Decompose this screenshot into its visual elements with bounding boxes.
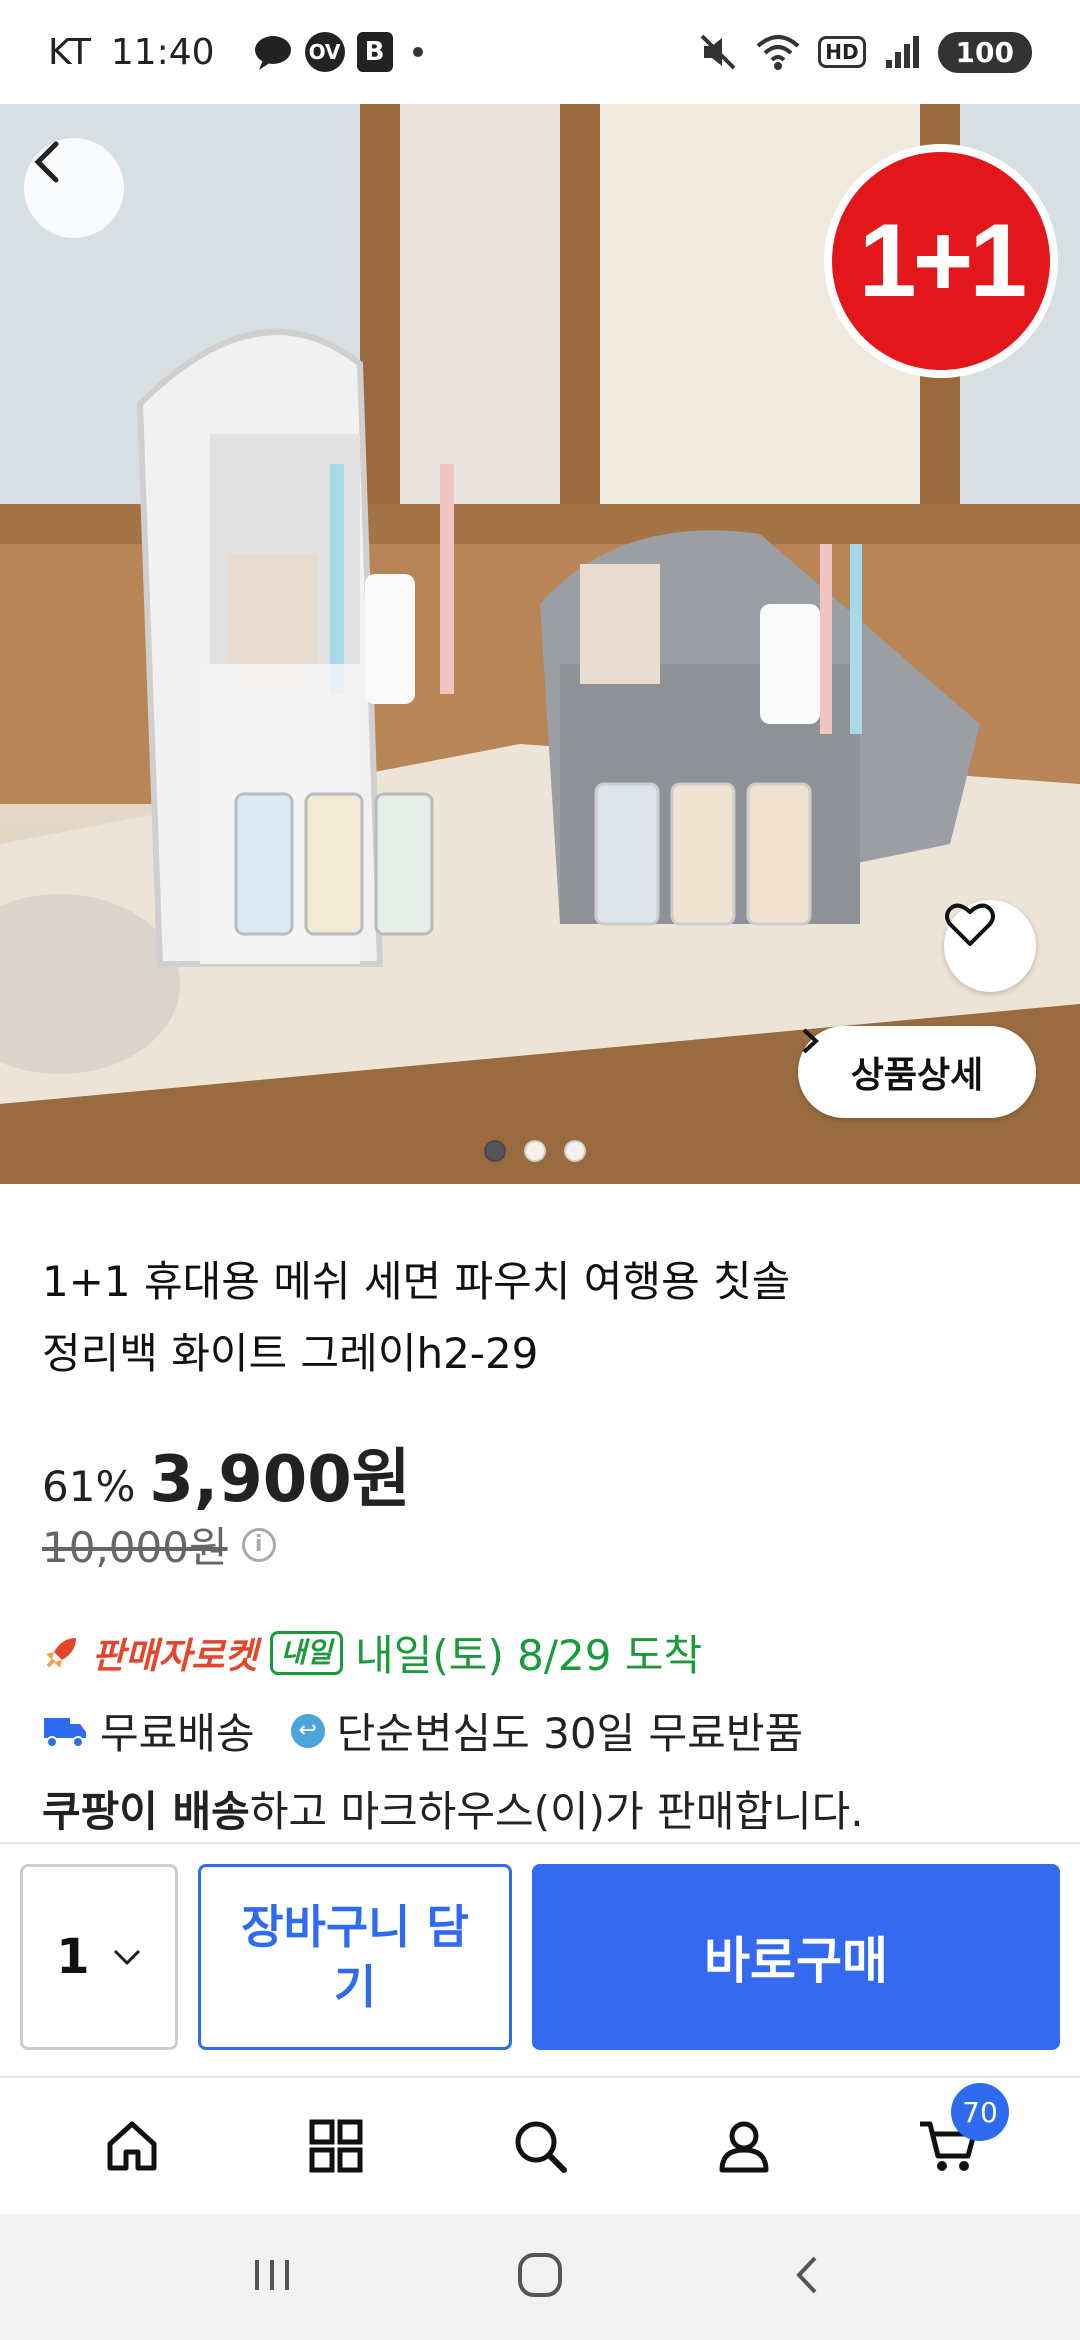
tab-cart[interactable]: 70 — [893, 2083, 1009, 2201]
promo-badge: 1+1 — [824, 144, 1058, 378]
seller-info: 쿠팡이 배송하고 마크하우스(이)가 판매합니다. — [42, 1778, 864, 1839]
home-square-icon — [517, 2253, 562, 2297]
tab-my-account[interactable] — [689, 2091, 799, 2201]
tomorrow-badge: 내일 — [269, 1630, 344, 1675]
delivery-row: 판매자로켓 내일 내일(토) 8/29 도착 — [42, 1622, 702, 1683]
search-icon — [515, 2121, 567, 2173]
product-title-line: 정리백 화이트 그레이h2-29 — [42, 1329, 539, 1378]
return-icon: ↩ — [290, 1713, 325, 1748]
clock: 11:40 — [110, 31, 215, 73]
chevron-right-icon — [802, 1028, 819, 1054]
seller-text: 하고 마크하우스(이)가 판매합니다. — [249, 1787, 864, 1836]
product-title-line: 1+1 휴대용 메쉬 세면 파우치 여행용 칫솔 — [42, 1257, 791, 1306]
carrier-label: KT — [48, 31, 91, 73]
arrival-date: 내일(토) 8/29 도착 — [355, 1631, 703, 1680]
sale-price: 3,900원 — [149, 1443, 411, 1517]
wishlist-button[interactable] — [944, 900, 1036, 992]
tab-search[interactable] — [485, 2091, 595, 2201]
price-row: 61% 3,900원 — [42, 1428, 411, 1520]
product-detail-button[interactable]: 상품상세 — [798, 1026, 1036, 1118]
original-price-row: 10,000원 i — [42, 1514, 276, 1575]
purchase-bar: 1 장바구니 담기 바로구매 — [0, 1842, 1080, 2078]
rocket-delivery-label: 판매자로켓 — [92, 1635, 258, 1677]
free-return-label: 단순변심도 30일 무료반품 — [336, 1709, 804, 1758]
user-icon — [719, 2121, 769, 2173]
back-button[interactable] — [24, 138, 124, 238]
back-arrow-icon — [795, 2256, 817, 2294]
free-shipping-label: 무료배송 — [100, 1709, 255, 1758]
tab-home[interactable] — [77, 2091, 187, 2201]
tab-categories[interactable] — [281, 2091, 391, 2201]
wifi-icon — [756, 32, 800, 72]
battery-indicator: 100 — [937, 31, 1032, 73]
rocket-icon — [46, 1637, 76, 1668]
carousel-pager — [484, 1140, 586, 1162]
quantity-select[interactable]: 1 — [20, 1864, 178, 2050]
signal-icon — [884, 34, 920, 70]
chat-bubble-icon — [253, 32, 293, 72]
buy-now-button[interactable]: 바로구매 — [532, 1864, 1060, 2050]
add-to-cart-button[interactable]: 장바구니 담기 — [198, 1864, 512, 2050]
info-icon[interactable]: i — [241, 1527, 276, 1562]
quantity-value: 1 — [56, 1929, 90, 1985]
pager-dot-active — [484, 1140, 506, 1162]
pager-dot — [564, 1140, 586, 1162]
product-image-carousel[interactable]: 1+1 상품상세 — [0, 104, 1080, 1184]
status-right: HD 100 — [698, 31, 1032, 73]
recent-apps-icon — [255, 2260, 290, 2290]
hd-voice-icon: HD — [818, 36, 866, 68]
bottom-tab-bar: 70 — [0, 2078, 1080, 2214]
system-navigation-bar — [0, 2214, 1080, 2340]
seller-shipper: 쿠팡이 배송 — [42, 1787, 250, 1836]
b-app-icon: B — [356, 32, 393, 72]
product-detail-label: 상품상세 — [850, 1055, 984, 1096]
chevron-down-icon — [113, 1949, 140, 1966]
home-icon — [107, 2121, 157, 2171]
original-price: 10,000원 — [42, 1523, 228, 1572]
home-system-button[interactable] — [512, 2247, 568, 2307]
truck-icon — [44, 1717, 86, 1748]
mute-icon — [698, 32, 738, 72]
shipping-row: 무료배송 ↩ 단순변심도 30일 무료반품 — [42, 1700, 803, 1761]
cart-count-badge: 70 — [951, 2083, 1009, 2141]
status-bar: KT 11:40 OV B HD 100 — [0, 0, 1080, 104]
status-left: KT 11:40 OV B — [48, 32, 423, 73]
heart-icon — [945, 903, 995, 946]
chevron-left-icon — [34, 141, 59, 183]
pager-dot — [524, 1140, 546, 1162]
more-notifications-dot — [412, 47, 423, 57]
ov-app-icon: OV — [304, 32, 345, 72]
product-title: 1+1 휴대용 메쉬 세면 파우치 여행용 칫솔 정리백 화이트 그레이h2-2… — [42, 1246, 1042, 1390]
system-back-button[interactable] — [783, 2250, 833, 2304]
discount-rate: 61% — [42, 1462, 136, 1511]
grid-icon — [309, 2119, 363, 2173]
recent-apps-button[interactable] — [247, 2250, 297, 2304]
notification-icons: OV B — [253, 32, 423, 72]
